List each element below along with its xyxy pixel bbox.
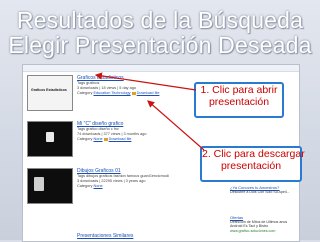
slide-title-line1: Resultados de la Búsqueda xyxy=(16,7,304,33)
category-link[interactable]: None xyxy=(93,137,102,141)
result-thumbnail[interactable] xyxy=(27,121,73,157)
download-icon xyxy=(103,137,108,141)
result-info: Graficos Estadisticos Tags graficos 3 do… xyxy=(77,75,197,96)
category-link[interactable]: Education Technology xyxy=(93,91,130,95)
thumbnail-glyph xyxy=(34,177,44,191)
category-prefix: Category xyxy=(77,137,93,141)
callout-open-line1: 1. Clic para abrir xyxy=(200,84,278,96)
slide-title-line2: Elegir Presentación Deseada xyxy=(8,32,312,58)
similar-presentations-link[interactable]: Presentaciones Similares xyxy=(77,233,133,239)
result-item: Graficos Estadisticos Graficos Estadisti… xyxy=(27,75,197,111)
result-category-row: Category None xyxy=(77,184,197,189)
result-category-row: Category Education Technology Download f… xyxy=(77,91,197,96)
browser-top-bar xyxy=(23,65,299,72)
callout-open: 1. Clic para abrir presentación xyxy=(194,82,284,118)
callout-download-line1: 2. Clic para descargar xyxy=(202,148,305,160)
result-info: Dibujos Graficos 01 Tags dibujos grafico… xyxy=(77,168,197,189)
thumbnail-caption: Graficos Estadisticos xyxy=(31,88,67,92)
sidebar-ad: ¿Ya Conoces tu Ancestros? Descubre a Dio… xyxy=(230,185,298,233)
result-info: Mi "C" diseño grafico Tags grafico diseñ… xyxy=(77,121,197,142)
download-link[interactable]: Download file xyxy=(137,91,160,95)
thumbnail-glyph xyxy=(46,132,54,142)
callout-download-line2: presentación xyxy=(220,160,282,172)
result-thumbnail[interactable] xyxy=(27,168,73,204)
ad-url[interactable]: www.grafico-soluciones.com xyxy=(230,229,298,233)
category-prefix: Category xyxy=(77,184,93,188)
ad-text: Descubre a Dios Con Solo Su Apell... xyxy=(230,190,290,194)
category-prefix: Category xyxy=(77,91,93,95)
category-link[interactable]: None xyxy=(93,184,102,188)
result-item: Mi "C" diseño grafico Tags grafico diseñ… xyxy=(27,121,197,157)
callout-download: 2. Clic para descargar presentación xyxy=(200,146,305,182)
callout-open-line2: presentación xyxy=(208,96,270,108)
download-link[interactable]: Download file xyxy=(109,137,132,141)
result-item: Dibujos Graficos 01 Tags dibujos grafico… xyxy=(27,168,197,204)
result-category-row: Category None Download file xyxy=(77,137,197,142)
result-thumbnail[interactable]: Graficos Estadisticos xyxy=(27,75,73,111)
download-icon xyxy=(131,91,136,95)
